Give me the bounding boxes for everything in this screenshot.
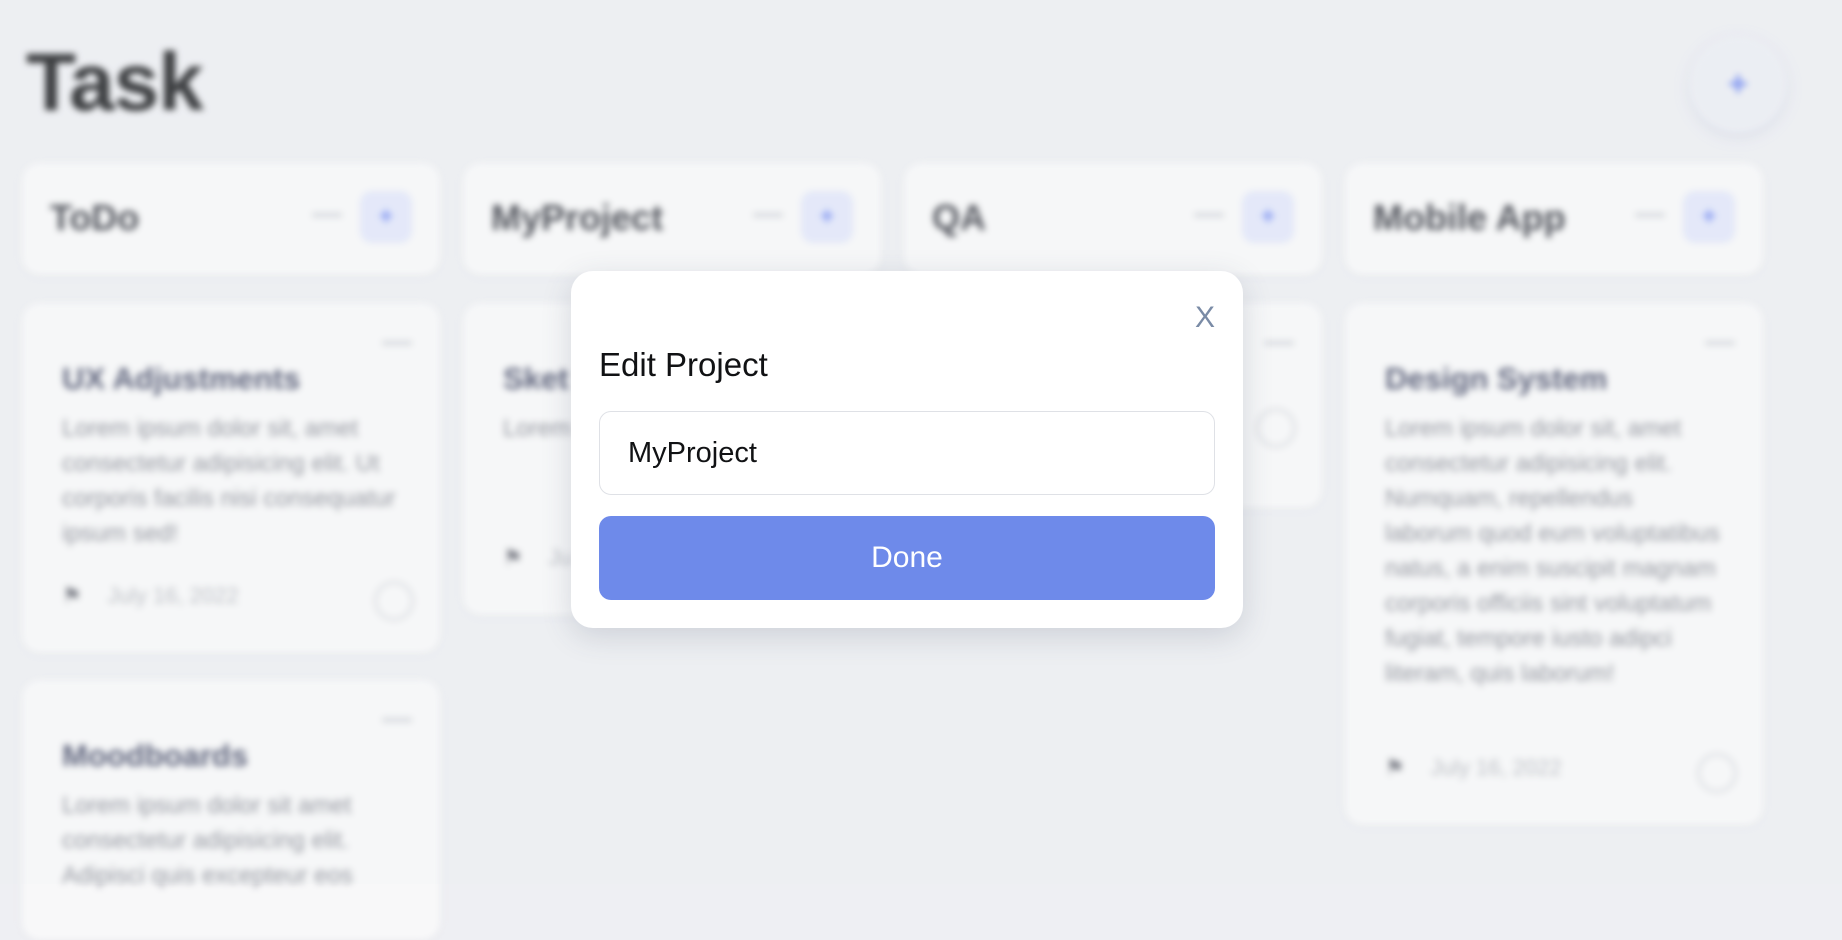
project-name-input[interactable] <box>599 411 1215 495</box>
done-button[interactable]: Done <box>599 516 1215 600</box>
dialog-title: Edit Project <box>599 346 768 383</box>
close-icon[interactable]: X <box>1195 301 1215 335</box>
edit-project-dialog: X Edit Project Done <box>571 271 1243 628</box>
